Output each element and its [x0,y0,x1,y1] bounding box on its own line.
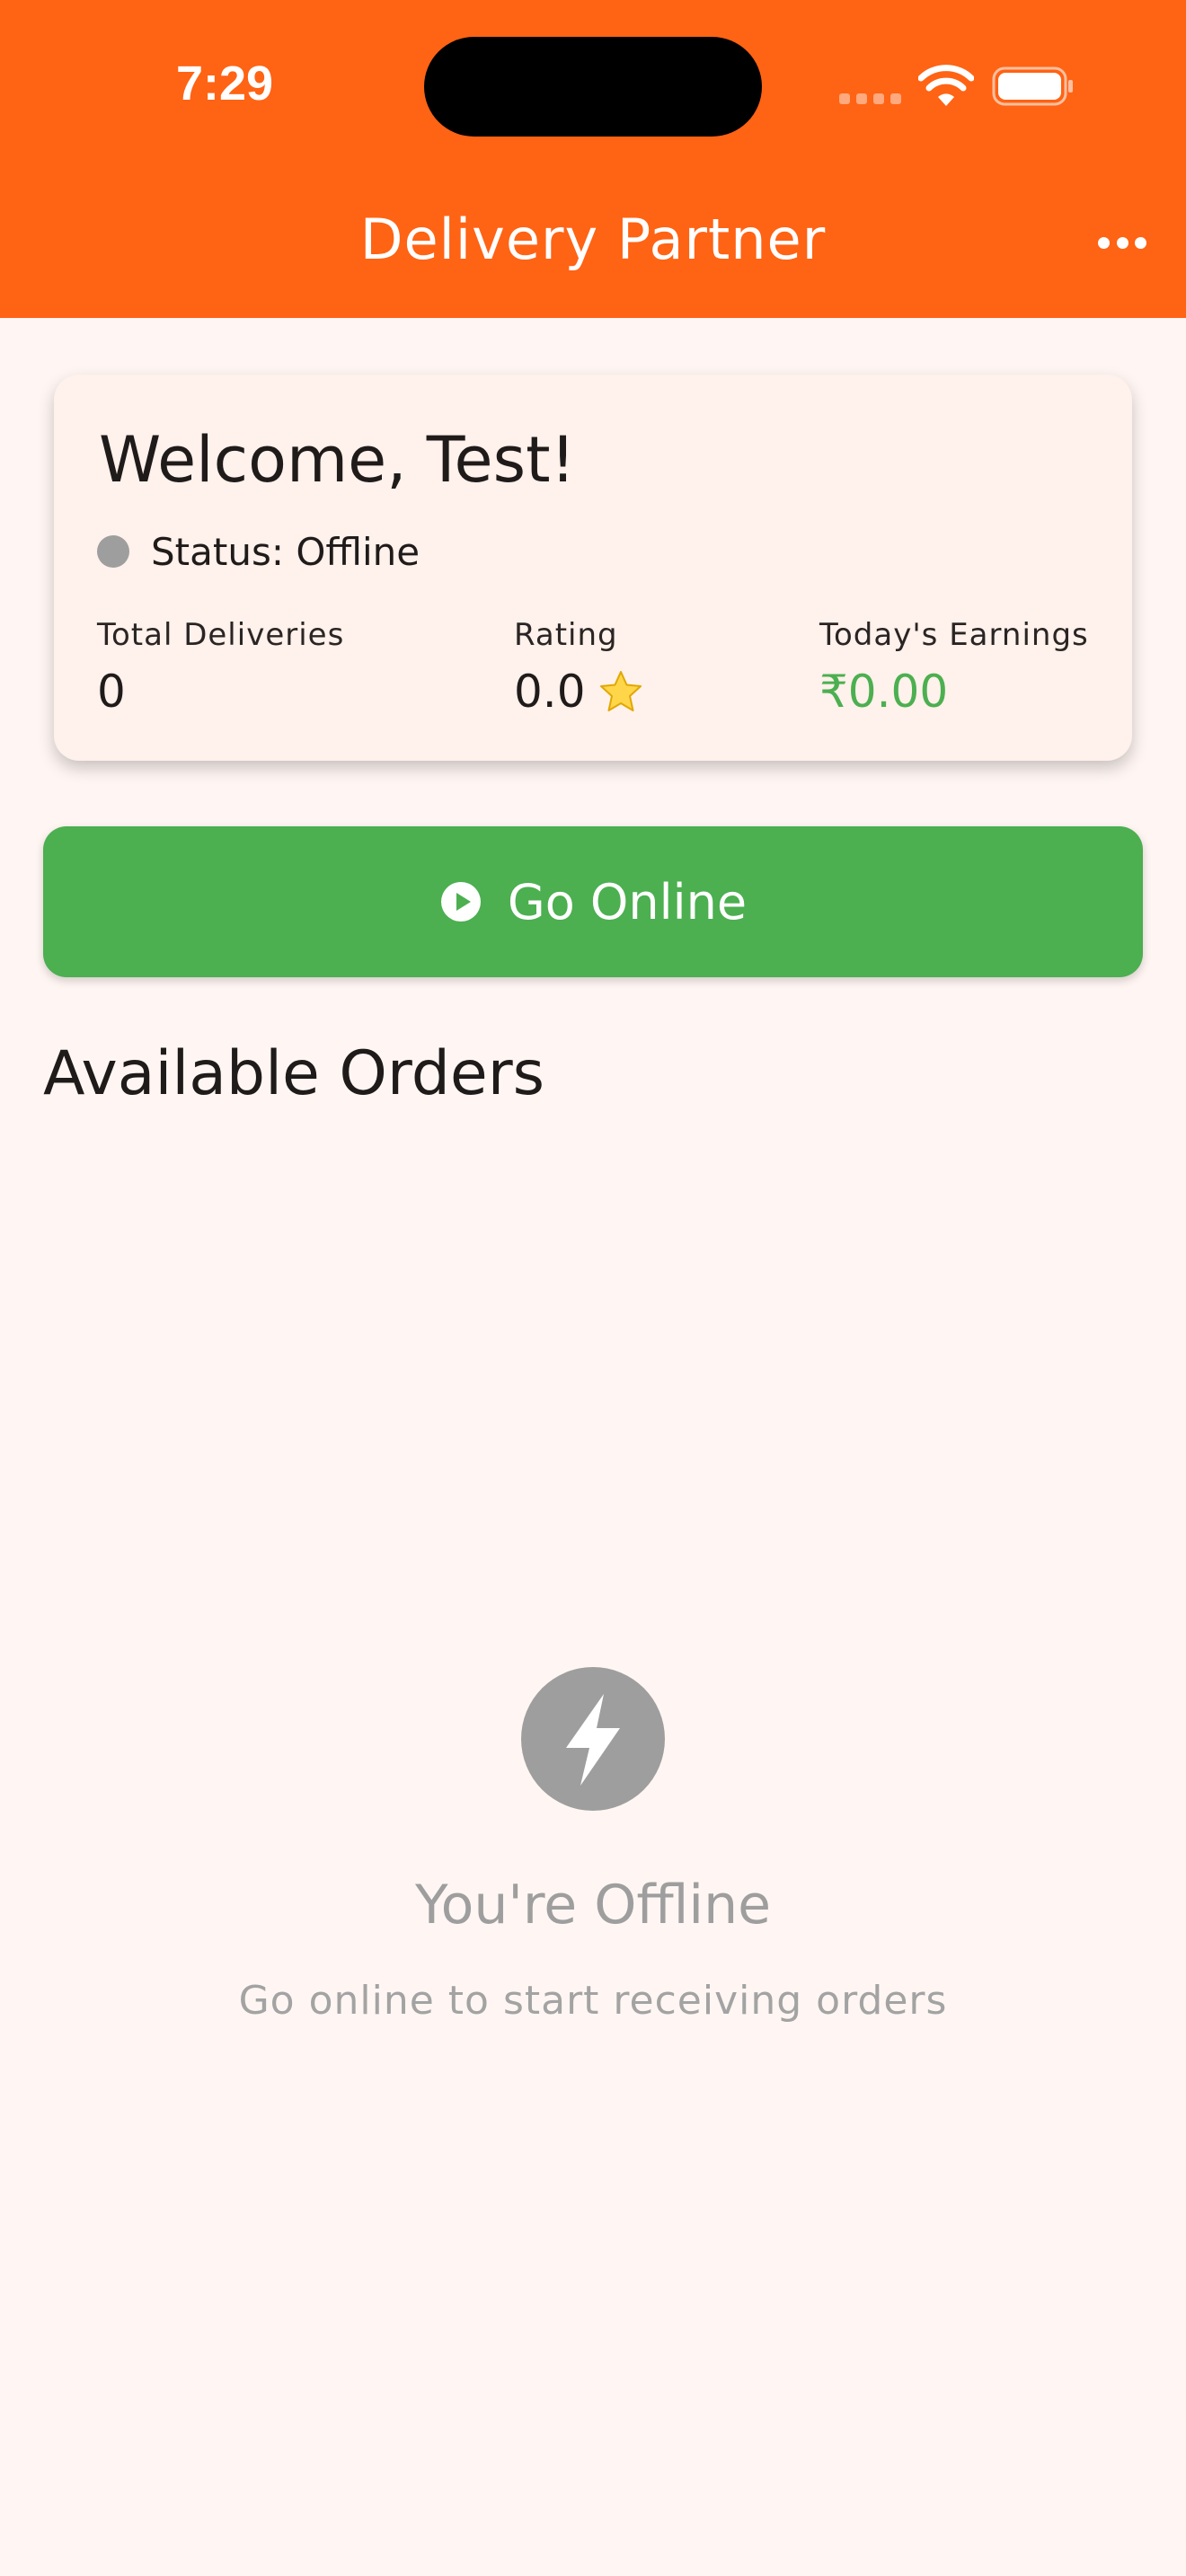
go-online-button[interactable]: Go Online [43,826,1143,977]
app-screen: 7:29 Delivery Partner Welcome, Test! Sta… [0,0,1186,2576]
rating-value: 0.0 [514,666,586,718]
stat-value: ₹0.00 [819,666,949,718]
empty-state-title: You're Offline [414,1874,772,1936]
stat-value: 0 [97,666,126,718]
more-options-button[interactable] [1091,225,1154,260]
offline-state-icon [521,1667,665,1811]
lightning-bolt-icon [566,1694,620,1786]
welcome-card: Welcome, Test! Status: Offline Total Del… [54,375,1132,761]
available-orders-title: Available Orders [43,1038,545,1109]
battery-icon [992,66,1073,106]
status-indicator-dot [97,535,129,568]
dynamic-island [424,37,762,137]
go-online-label: Go Online [507,873,748,931]
stat-value-row: 0.0 [514,666,643,718]
wifi-icon [918,65,974,106]
status-text: Status: Offline [151,529,420,574]
play-circle-icon [440,882,481,922]
page-title: Delivery Partner [359,207,827,272]
app-header: 7:29 Delivery Partner [0,0,1186,318]
cellular-signal-icon [839,93,902,104]
stat-label: Total Deliveries [97,617,345,653]
empty-state-subtitle: Go online to start receiving orders [238,1978,948,2024]
status-bar-time: 7:29 [175,57,274,110]
status-row: Status: Offline [97,529,420,574]
stat-label: Rating [514,617,618,653]
stat-rating: Rating 0.0 [514,617,643,718]
star-icon [599,671,642,711]
welcome-greeting: Welcome, Test! [99,423,576,497]
stat-total-deliveries: Total Deliveries 0 [97,617,344,718]
stat-label: Today's Earnings [819,617,1089,653]
stat-todays-earnings: Today's Earnings ₹0.00 [819,617,1089,718]
more-horizontal-icon [1098,236,1110,249]
